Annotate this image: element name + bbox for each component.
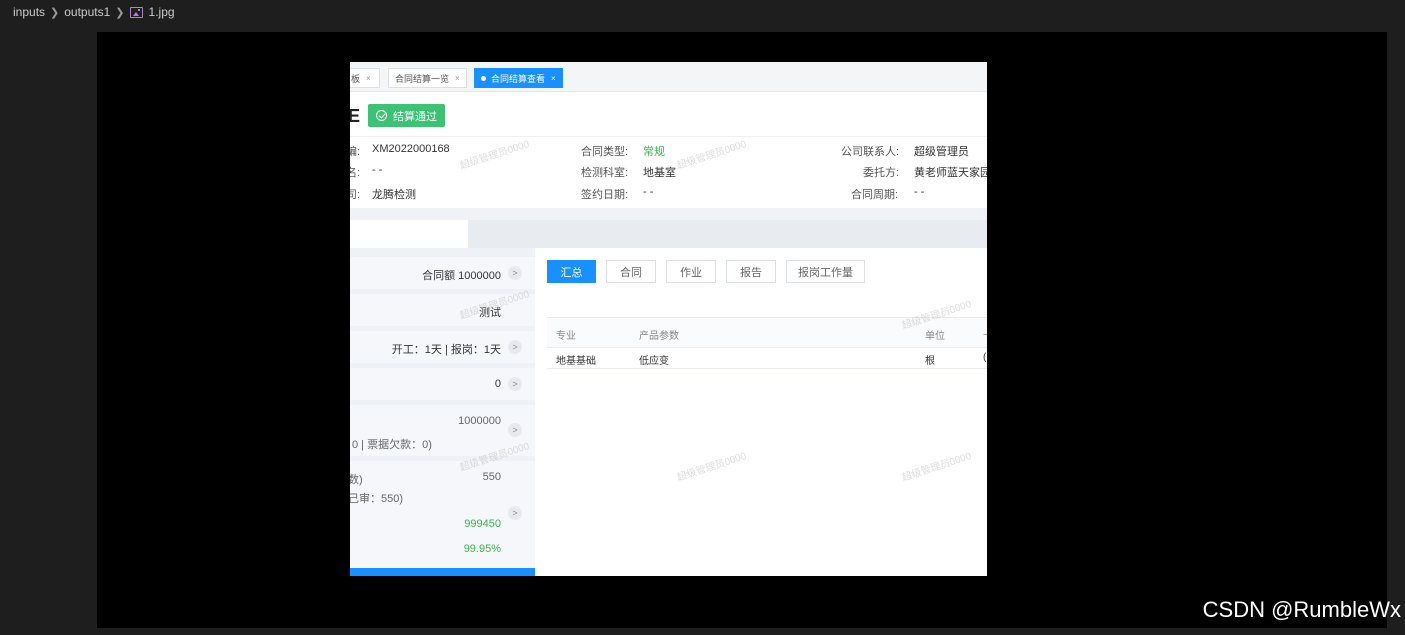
info-value: - - — [914, 186, 925, 198]
chevron-right-icon[interactable]: > — [508, 377, 522, 391]
image-file-icon — [129, 6, 143, 18]
close-icon[interactable]: × — [455, 74, 460, 83]
tab-settlement-view[interactable]: 合同结算查看 × — [474, 68, 563, 88]
summary-card[interactable]: 开工：1天 | 报岗：1天 > — [350, 331, 535, 363]
divider — [350, 208, 987, 220]
info-label: 名: — [350, 167, 361, 179]
summary-card[interactable]: 0 > — [350, 368, 535, 400]
check-circle-icon — [376, 110, 387, 121]
info-value: XM2022000168 — [372, 143, 450, 155]
chevron-right-icon[interactable]: > — [508, 423, 522, 437]
tab-label: 板 — [351, 73, 361, 84]
detail-panel: 汇总 合同 作业 报告 报岗工作量 专业 产品参数 单位 十 地基基础 低应变 … — [535, 248, 987, 576]
info-label: 签约日期: — [581, 189, 629, 201]
breadcrumb-outputs1[interactable]: outputs1 — [64, 5, 110, 19]
csdn-watermark: CSDN @RumbleWx — [1202, 597, 1401, 622]
summary-value: 550 — [482, 471, 501, 483]
section-tab[interactable] — [350, 220, 468, 248]
table-cell: 根 — [925, 356, 935, 367]
summary-value: 999450 — [464, 518, 501, 530]
close-icon[interactable]: × — [366, 74, 371, 83]
column-header: 十 — [983, 327, 987, 342]
image-preview: 板 × 合同结算一览 × 合同结算查看 × E 结算通过 编: XM202200016… — [350, 62, 987, 576]
summary-card[interactable]: 合同额 1000000 > — [350, 257, 535, 289]
column-header: 单位 — [925, 331, 945, 342]
tab-bar: 板 × 合同结算一览 × 合同结算查看 × — [350, 62, 987, 92]
tab-label: 合同结算一览 — [395, 73, 450, 84]
info-label: 合同类型: — [581, 146, 629, 158]
column-header: 产品参数 — [639, 331, 679, 342]
tab-dashboard[interactable]: 板 × — [350, 68, 380, 88]
chevron-right-icon[interactable]: > — [508, 506, 522, 520]
section-bar — [350, 220, 987, 248]
info-value: - - — [643, 186, 654, 198]
title-area — [350, 92, 987, 136]
close-icon[interactable]: × — [551, 74, 556, 83]
table-cell: 低应变 — [639, 356, 669, 367]
chevron-right-icon: ❯ — [50, 6, 60, 19]
summary-value: 测试 — [479, 307, 501, 319]
info-label: 检测科室: — [581, 167, 629, 179]
info-label: 司: — [350, 189, 361, 201]
status-label: 结算通过 — [393, 110, 437, 123]
breadcrumb: inputs ❯ outputs1 ❯ 1.jpg — [0, 0, 1405, 24]
tab-report-button[interactable]: 报告 — [726, 260, 776, 283]
table-header: 专业 产品参数 单位 十 — [547, 317, 987, 348]
summary-label: 数) — [350, 474, 363, 486]
info-value: 龙腾检测 — [372, 189, 416, 201]
summary-value: 1000000 — [458, 415, 501, 427]
chevron-right-icon[interactable]: > — [508, 266, 522, 280]
info-label: 合同周期: — [851, 189, 899, 201]
tab-settlement-list[interactable]: 合同结算一览 × — [388, 68, 467, 88]
summary-card[interactable]: 数) 550 己审：550) > 999450 99.95% — [350, 461, 535, 568]
table-cell: 地基基础 — [556, 356, 596, 367]
info-value: 黄老师蓝天家园 — [914, 167, 987, 179]
table-row[interactable]: 地基基础 低应变 根 ( — [547, 348, 987, 369]
chevron-right-icon: ❯ — [115, 6, 125, 19]
summary-panel: 合同额 1000000 > 测试 开工：1天 | 报岗：1天 > 0 > 100… — [350, 248, 535, 576]
summary-value: 0 — [494, 378, 501, 390]
tab-workload-button[interactable]: 报岗工作量 — [786, 260, 865, 283]
status-badge: 结算通过 — [368, 104, 445, 127]
tab-work-button[interactable]: 作业 — [666, 260, 716, 283]
summary-sub: 0 | 票据欠款：0) — [352, 439, 432, 451]
info-label: 编: — [350, 146, 361, 158]
column-header: 专业 — [556, 331, 576, 342]
tab-label: 合同结算查看 — [491, 73, 546, 84]
summary-card: 测试 — [350, 294, 535, 326]
contract-amount: 合同额 1000000 — [422, 270, 501, 282]
info-label: 委托方: — [863, 167, 900, 179]
summary-value: 开工：1天 | 报岗：1天 — [391, 344, 501, 356]
info-value: - - — [372, 164, 383, 176]
breadcrumb-file[interactable]: 1.jpg — [149, 5, 175, 19]
summary-percent: 99.95% — [463, 543, 501, 555]
chevron-right-icon[interactable]: > — [508, 340, 522, 354]
summary-card[interactable]: 1000000 0 | 票据欠款：0) > — [350, 405, 535, 456]
summary-sub: 己审：550) — [350, 493, 404, 505]
table-cell: ( — [983, 352, 987, 363]
info-label: 公司联系人: — [841, 146, 900, 158]
tab-contract-button[interactable]: 合同 — [606, 260, 656, 283]
info-value: 常规 — [643, 146, 665, 158]
page-title: E — [350, 106, 361, 126]
contract-info: 编: XM2022000168 合同类型: 常规 公司联系人: 超级管理员 名:… — [350, 136, 987, 208]
active-dot-icon — [481, 75, 486, 81]
breadcrumb-inputs[interactable]: inputs — [13, 5, 45, 19]
left-panel-footer — [350, 568, 535, 576]
tab-summary-button[interactable]: 汇总 — [547, 260, 596, 283]
info-value: 地基室 — [643, 167, 676, 179]
info-value: 超级管理员 — [914, 146, 969, 158]
